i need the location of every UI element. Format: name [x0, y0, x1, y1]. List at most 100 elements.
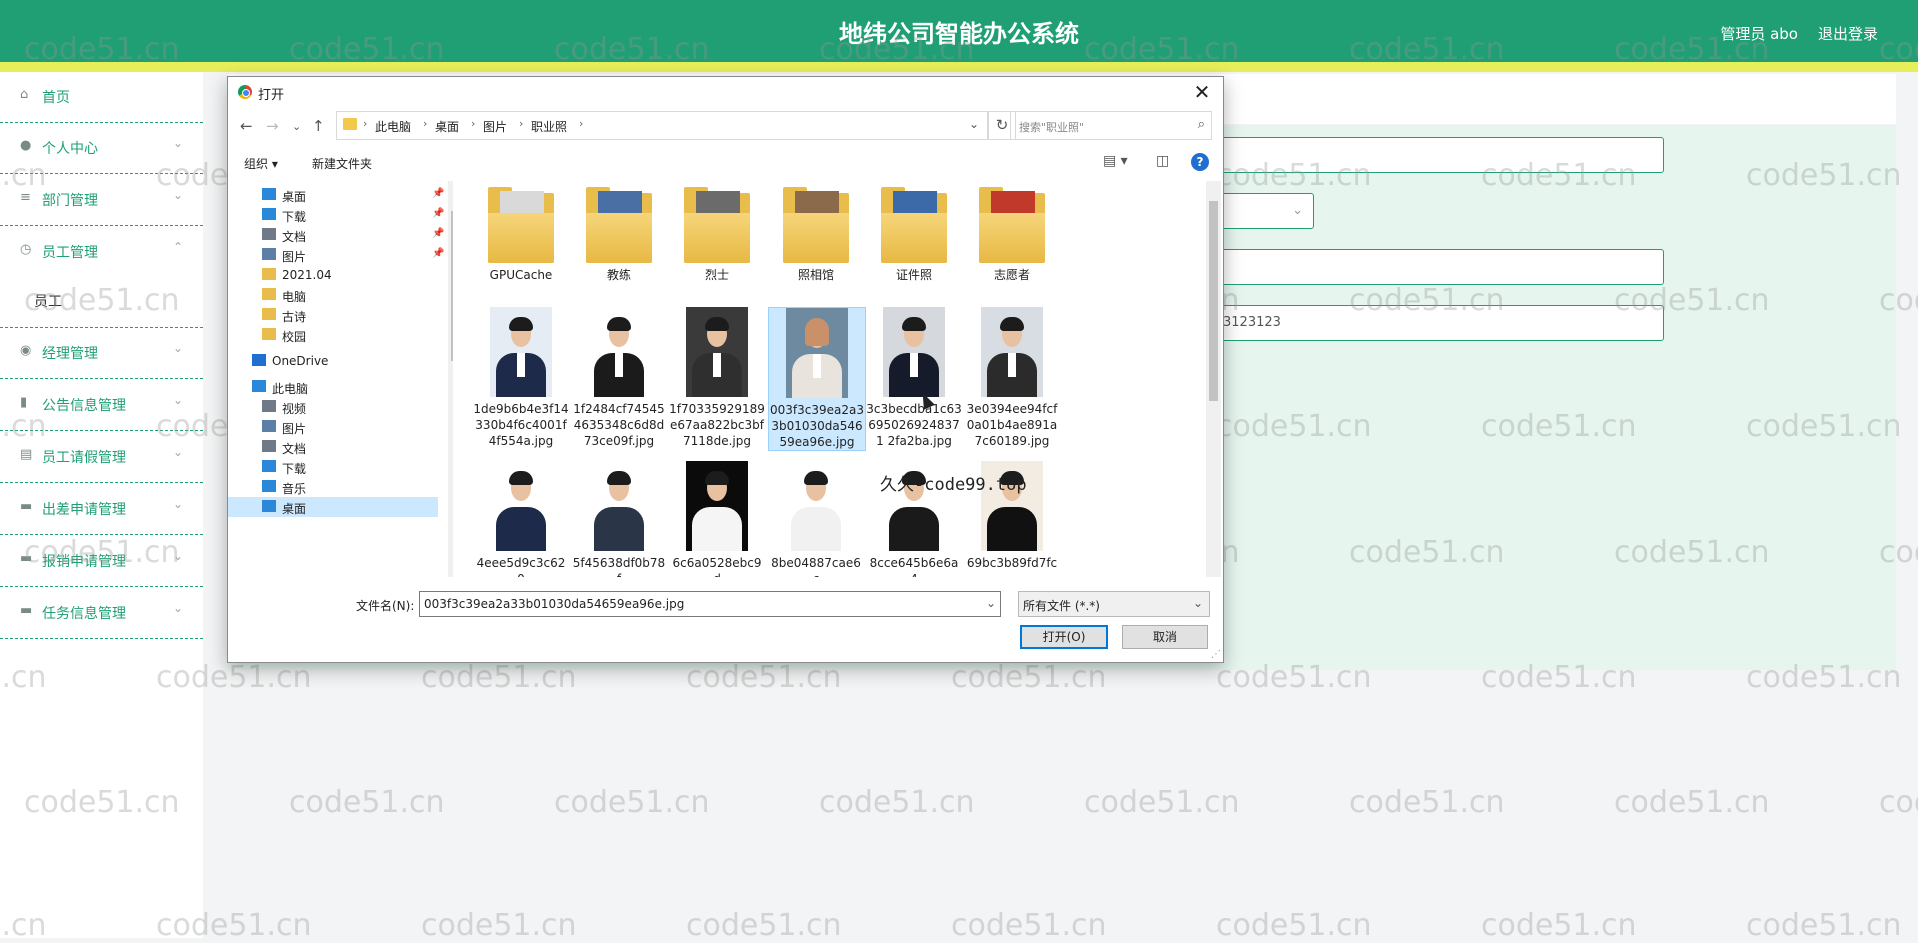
sidebar-item-task[interactable]: ▬ 任务信息管理 ⌄: [0, 588, 203, 639]
sidebar-item-home[interactable]: ⌂ 首页: [0, 72, 203, 123]
folder-icon: [783, 185, 849, 263]
tree-item[interactable]: 图片: [228, 417, 438, 437]
view-options-icon[interactable]: ▤ ▾: [1103, 153, 1128, 169]
tree-item-label: 音乐: [282, 482, 307, 496]
tree-item[interactable]: 2021.04: [228, 265, 438, 285]
breadcrumb-item[interactable]: 图片: [483, 118, 507, 135]
file-name: 教练: [606, 268, 631, 282]
recent-dropdown-icon[interactable]: ⌄: [292, 120, 301, 133]
tree-item-label: 图片: [282, 422, 307, 436]
image-file-tile[interactable]: 8be04887cae6c: [768, 461, 864, 577]
chevron-down-icon: ⌄: [172, 549, 183, 563]
bulb-icon: ◉: [20, 343, 32, 358]
form-input-1[interactable]: [1218, 137, 1664, 173]
tree-item[interactable]: 音乐: [228, 477, 438, 497]
image-file-tile[interactable]: 1f2484cf745454635348c6d8d73ce09f.jpg: [571, 307, 667, 449]
image-file-tile[interactable]: 1f70335929189e67aa822bc3bf7118de.jpg: [669, 307, 765, 449]
chevron-down-icon[interactable]: ⌄: [986, 596, 996, 610]
tree-item[interactable]: 下载: [228, 457, 438, 477]
tree-item[interactable]: 图片 📌: [228, 245, 444, 265]
file-name: 证件照: [895, 268, 932, 282]
breadcrumb-item[interactable]: 职业照: [531, 118, 567, 135]
file-name: 8be04887cae6c: [771, 556, 861, 577]
folder-tile[interactable]: 志愿者: [964, 181, 1060, 283]
tree-item[interactable]: 文档: [228, 437, 438, 457]
chevron-down-icon[interactable]: ⌄: [969, 117, 979, 131]
sidebar-item-leave[interactable]: ▤ 员工请假管理 ⌄: [0, 432, 203, 483]
logout-link[interactable]: 退出登录: [1818, 23, 1878, 44]
breadcrumb-item[interactable]: 桌面: [435, 118, 459, 135]
cancel-button[interactable]: 取消: [1122, 625, 1208, 649]
pictures-icon: [262, 248, 276, 260]
tree-item[interactable]: 文档 📌: [228, 225, 444, 245]
open-button[interactable]: 打开(O): [1020, 625, 1108, 649]
sidebar-item-employee[interactable]: ◷ 员工管理 ⌃ 员工: [0, 227, 203, 328]
tree-item[interactable]: 校园: [228, 325, 438, 345]
file-open-dialog: 打开 ✕ ← → ⌄ ↑ › 此电脑 › 桌面 › 图片 › 职业照 › ⌄ ↻…: [227, 76, 1224, 663]
folder-tile[interactable]: GPUCache: [473, 181, 569, 283]
scrollbar-thumb[interactable]: [1209, 201, 1218, 401]
tree-item[interactable]: 古诗: [228, 305, 438, 325]
sidebar-item-manager[interactable]: ◉ 经理管理 ⌄: [0, 328, 203, 379]
list-icon: ≡: [20, 190, 31, 205]
sidebar-item-profile[interactable]: ● 个人中心 ⌄: [0, 123, 203, 174]
file-name: 1de9b6b4e3f14330b4f6c4001f4f554a.jpg: [473, 402, 569, 448]
tree-item[interactable]: 桌面 📌: [228, 185, 444, 205]
tree-scrollbar[interactable]: [448, 181, 453, 577]
image-file-tile[interactable]: 4eee5d9c3c620: [473, 461, 569, 577]
scrollbar-thumb[interactable]: [451, 211, 453, 361]
image-file-tile[interactable]: 1de9b6b4e3f14330b4f6c4001f4f554a.jpg: [473, 307, 569, 449]
chevron-down-icon: ⌄: [172, 188, 183, 202]
form-input-2[interactable]: [1218, 249, 1664, 285]
filetype-select[interactable]: 所有文件 (*.*) ⌄: [1018, 591, 1210, 617]
preview-pane-icon[interactable]: ◫: [1156, 153, 1169, 169]
image-file-tile[interactable]: 3e0394ee94fcf0a01b4ae891a7c60189.jpg: [964, 307, 1060, 449]
up-arrow-icon[interactable]: ↑: [312, 117, 325, 135]
sidebar-item-notice[interactable]: ▮ 公告信息管理 ⌄: [0, 380, 203, 431]
tree-item[interactable]: 此电脑: [228, 377, 438, 397]
help-icon[interactable]: ?: [1191, 153, 1209, 171]
forward-arrow-icon[interactable]: →: [266, 117, 279, 135]
tree-item[interactable]: 视频: [228, 397, 438, 417]
image-file-tile[interactable]: 6c6a0528ebc9d: [669, 461, 765, 577]
back-arrow-icon[interactable]: ←: [240, 117, 253, 135]
search-icon: ⌕: [1197, 117, 1205, 132]
sidebar-item-trip[interactable]: ▬ 出差申请管理 ⌄: [0, 484, 203, 535]
search-input[interactable]: 搜索"职业照" ⌕: [1010, 111, 1212, 140]
sidebar-subitem-employee[interactable]: 员工: [34, 291, 62, 311]
folder-tile[interactable]: 烈士: [669, 181, 765, 283]
sidebar-item-department[interactable]: ≡ 部门管理 ⌄: [0, 175, 203, 226]
close-icon[interactable]: ✕: [1189, 79, 1215, 105]
music-icon: [262, 480, 276, 492]
tree-item[interactable]: 下载 📌: [228, 205, 444, 225]
image-file-tile[interactable]: 5f45638df0b78f: [571, 461, 667, 577]
new-folder-button[interactable]: 新建文件夹: [312, 155, 372, 172]
tree-item[interactable]: OneDrive: [228, 351, 438, 371]
filename-label: 文件名(N):: [356, 599, 415, 613]
image-thumbnail: [588, 307, 650, 397]
pin-icon: 📌: [432, 228, 445, 239]
form-input-3[interactable]: 3123123: [1218, 305, 1664, 341]
sidebar-item-reimburse[interactable]: ▬ 报销申请管理 ⌄: [0, 536, 203, 587]
folder-tile[interactable]: 证件照: [866, 181, 962, 283]
folder-tile[interactable]: 照相馆: [768, 181, 864, 283]
organize-button[interactable]: 组织 ▾: [244, 155, 278, 172]
pictures-icon: [262, 420, 276, 432]
watermark-text: code51.cn: [1349, 785, 1505, 820]
breadcrumb-item[interactable]: 此电脑: [375, 118, 411, 135]
sidebar: ⌂ 首页 ● 个人中心 ⌄ ≡ 部门管理 ⌄ ◷ 员工管理 ⌃ 员工 ◉ 经理管…: [0, 72, 203, 938]
image-file-tile[interactable]: 3c3becdba1c636950269248371 2fa2ba.jpg: [866, 307, 962, 449]
folder-tile[interactable]: 教练: [571, 181, 667, 283]
image-file-tile[interactable]: 003f3c39ea2a33b01030da54659ea96e.jpg: [768, 307, 866, 451]
address-bar[interactable]: › 此电脑 › 桌面 › 图片 › 职业照 › ⌄: [336, 111, 988, 140]
filetype-value: 所有文件 (*.*): [1023, 599, 1100, 613]
resize-grip-icon[interactable]: ⋰: [1211, 649, 1221, 660]
folder-icon: [586, 185, 652, 263]
tree-item[interactable]: 电脑: [228, 285, 438, 305]
file-list-scrollbar[interactable]: [1206, 181, 1221, 577]
form-select[interactable]: ⌄: [1218, 193, 1314, 229]
download-icon: [262, 208, 276, 220]
filename-input[interactable]: 003f3c39ea2a33b01030da54659ea96e.jpg ⌄: [419, 591, 1001, 617]
folder-icon: [343, 118, 357, 130]
tree-item[interactable]: 桌面: [228, 497, 438, 517]
